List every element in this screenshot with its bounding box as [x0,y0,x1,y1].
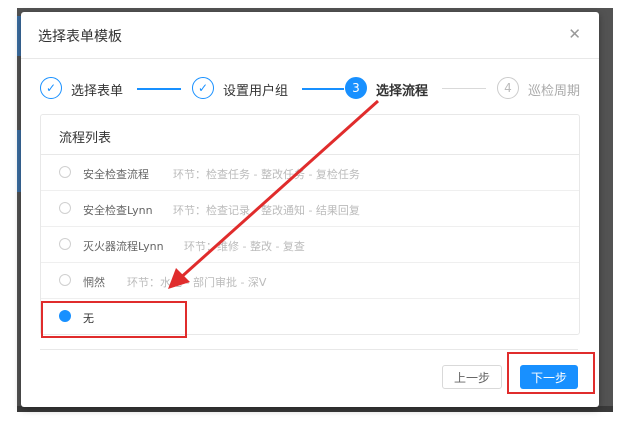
arrow-shaft [176,99,380,282]
annotation-arrow-icon [168,99,380,289]
